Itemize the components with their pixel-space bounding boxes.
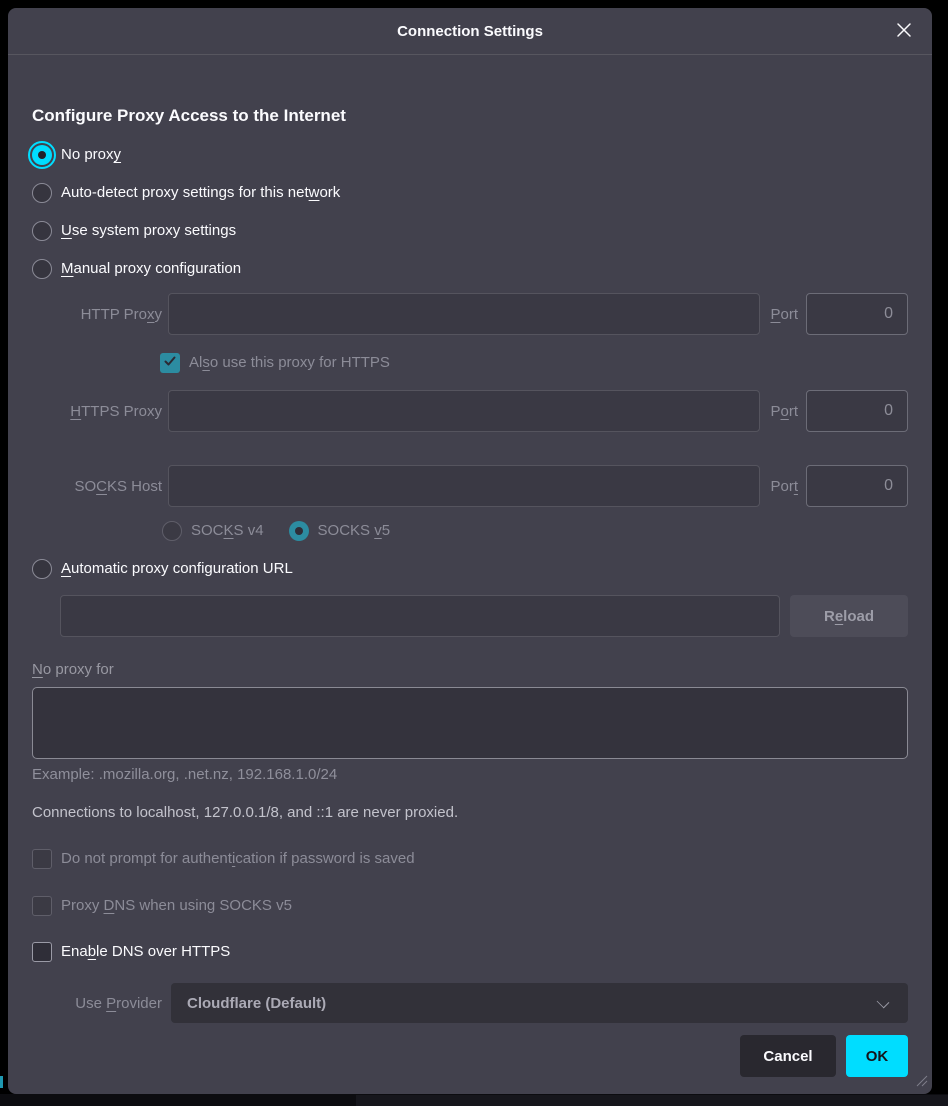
manual-proxy-label: Manual proxy configuration (61, 259, 241, 279)
doh-provider-select: Cloudflare (Default) (171, 983, 908, 1023)
radio-row-manual-proxy: Manual proxy configuration (32, 259, 908, 279)
auto-url-radio[interactable] (32, 559, 52, 579)
socks-port-label: Port (770, 478, 798, 495)
doh-provider-label: Use Provider (32, 995, 162, 1012)
socks-host-row: SOCKS Host Port (32, 465, 908, 507)
https-proxy-input (168, 390, 760, 432)
http-proxy-row: HTTP Proxy Port (32, 293, 908, 335)
system-proxy-label: Use system proxy settings (61, 221, 236, 241)
checkbox-row-proxy-dns: Proxy DNS when using SOCKS v5 (32, 896, 908, 916)
also-https-checkbox (160, 353, 180, 373)
auto-detect-label: Auto-detect proxy settings for this netw… (61, 183, 340, 203)
page-edge-accent-mark (0, 1076, 3, 1088)
close-icon (895, 21, 913, 42)
chevron-down-icon (877, 996, 890, 1009)
socks-version-row: SOCKS v4 SOCKS v5 (162, 521, 908, 541)
auto-url-label: Automatic proxy configuration URL (61, 559, 293, 579)
enable-doh-checkbox[interactable] (32, 942, 52, 962)
enable-doh-label: Enable DNS over HTTPS (61, 942, 230, 962)
manual-proxy-radio[interactable] (32, 259, 52, 279)
https-proxy-row: HTTPS Proxy Port (32, 390, 908, 432)
dialog-header: Connection Settings (8, 8, 932, 55)
checkbox-row-no-prompt-auth: Do not prompt for authentication if pass… (32, 849, 908, 869)
system-proxy-radio[interactable] (32, 221, 52, 241)
https-port-label: Port (770, 403, 798, 420)
connection-settings-dialog: Connection Settings Configure Proxy Acce… (8, 8, 932, 1094)
socks-host-input (168, 465, 760, 507)
dialog-content: Configure Proxy Access to the Internet N… (8, 105, 932, 1077)
no-proxy-for-label: No proxy for (32, 660, 908, 680)
http-port-label: Port (770, 306, 798, 323)
socks-host-label: SOCKS Host (32, 478, 162, 495)
socks-v4-label: SOCKS v4 (191, 521, 264, 541)
also-https-row: Also use this proxy for HTTPS (160, 353, 908, 373)
dialog-actions: Cancel OK (32, 1035, 908, 1077)
ok-button[interactable]: OK (846, 1035, 908, 1077)
radio-row-no-proxy: No proxy (32, 145, 908, 165)
https-port-input (806, 390, 908, 432)
no-proxy-example-text: Example: .mozilla.org, .net.nz, 192.168.… (32, 765, 908, 785)
proxy-dns-checkbox (32, 896, 52, 916)
doh-provider-row: Use Provider Cloudflare (Default) (32, 983, 908, 1023)
proxy-dns-label: Proxy DNS when using SOCKS v5 (61, 896, 292, 916)
localhost-note-text: Connections to localhost, 127.0.0.1/8, a… (32, 803, 908, 823)
doh-provider-selected-value: Cloudflare (Default) (187, 995, 326, 1012)
page-title: Configure Proxy Access to the Internet (32, 105, 908, 127)
socks-v5-radio (289, 521, 309, 541)
reload-button: Reload (790, 595, 908, 637)
no-proxy-label: No proxy (61, 145, 121, 165)
radio-row-system-proxy: Use system proxy settings (32, 221, 908, 241)
checkbox-row-doh: Enable DNS over HTTPS (32, 942, 908, 962)
radio-row-auto-detect: Auto-detect proxy settings for this netw… (32, 183, 908, 203)
resize-grip-icon[interactable] (914, 1073, 928, 1091)
socks-v4-radio (162, 521, 182, 541)
auto-detect-radio[interactable] (32, 183, 52, 203)
also-https-label: Also use this proxy for HTTPS (189, 353, 390, 373)
socks-v5-label: SOCKS v5 (318, 521, 391, 541)
close-button[interactable] (890, 17, 918, 45)
radio-row-auto-url: Automatic proxy configuration URL (32, 559, 908, 579)
socks-port-input (806, 465, 908, 507)
no-proxy-radio[interactable] (32, 145, 52, 165)
dialog-title: Connection Settings (397, 23, 543, 40)
http-port-input (806, 293, 908, 335)
page-behind-strip-light (356, 1095, 948, 1106)
http-proxy-label: HTTP Proxy (32, 306, 162, 323)
no-prompt-auth-label: Do not prompt for authentication if pass… (61, 849, 415, 869)
cancel-button[interactable]: Cancel (740, 1035, 836, 1077)
https-proxy-label: HTTPS Proxy (32, 403, 162, 420)
checkmark-icon (163, 354, 177, 372)
auto-url-row: Reload (60, 595, 908, 637)
http-proxy-input (168, 293, 760, 335)
no-proxy-for-textarea[interactable] (32, 687, 908, 759)
auto-url-input (60, 595, 780, 637)
no-prompt-auth-checkbox (32, 849, 52, 869)
